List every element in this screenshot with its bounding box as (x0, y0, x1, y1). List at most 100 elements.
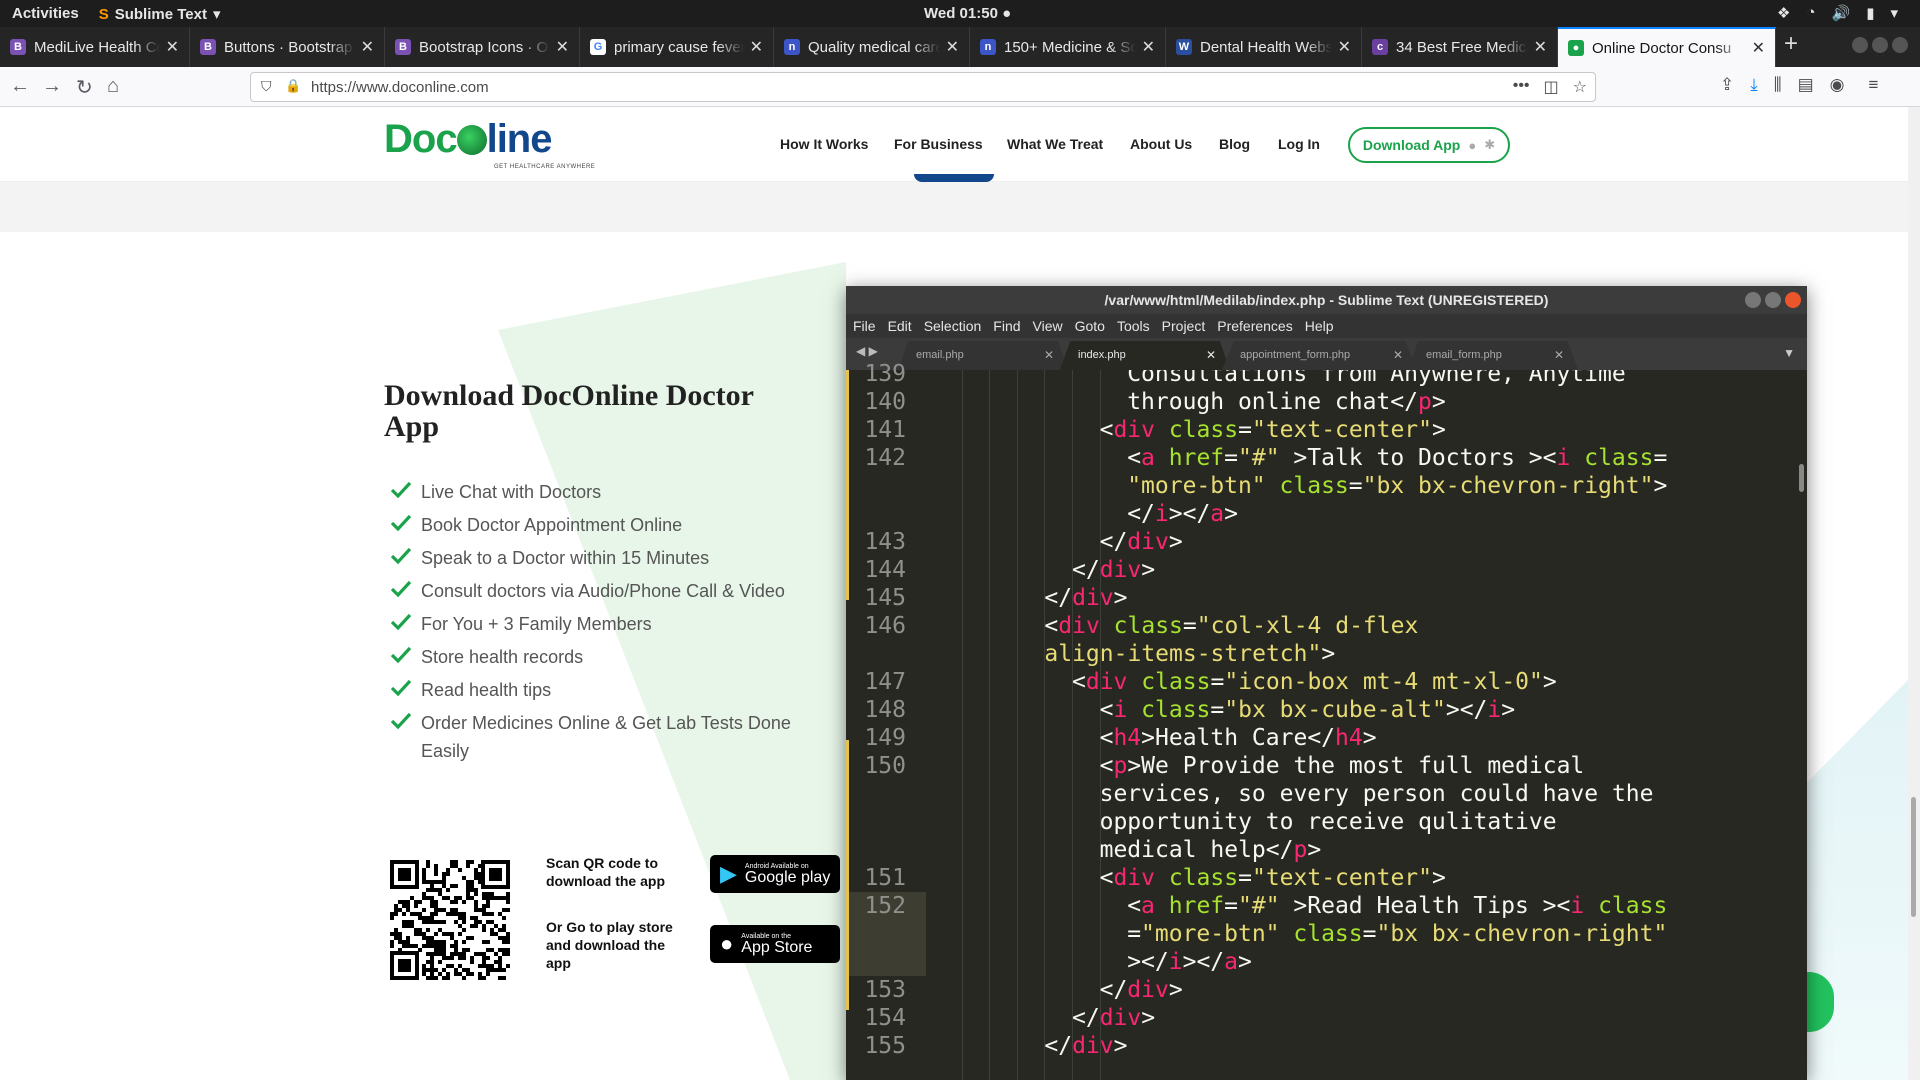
tab-scroll-arrows-icon[interactable]: ◀ ▶ (856, 344, 878, 358)
lock-icon[interactable]: 🔒 (285, 78, 301, 94)
nav-blog[interactable]: Blog (1219, 136, 1250, 152)
sublime-menu-view[interactable]: View (1033, 318, 1063, 334)
close-tab-icon[interactable]: ✕ (1534, 37, 1547, 57)
browser-tab[interactable]: n 150+ Medicine & Sci ✕ (970, 27, 1166, 67)
nav-for-business[interactable]: For Business (894, 136, 983, 152)
nav-about-us[interactable]: About Us (1130, 136, 1192, 152)
sublime-tab-close-icon[interactable]: ✕ (1044, 341, 1054, 370)
volume-icon[interactable]: 🔊 (1832, 4, 1851, 22)
system-menu-chevron-icon[interactable]: ▾ (1890, 4, 1898, 22)
nav-what-we-treat[interactable]: What We Treat (1007, 136, 1103, 152)
code-line[interactable]: <a href="#" >Talk to Doctors ><i class= (1127, 444, 1667, 472)
sublime-close-button[interactable] (1785, 292, 1801, 308)
code-line[interactable]: "more-btn" class="bx bx-chevron-right"> (1127, 472, 1667, 500)
battery-icon[interactable]: ▮ (1866, 4, 1874, 22)
google-play-button[interactable]: ▶ Android Available on Google play (710, 855, 840, 893)
activities-button[interactable]: Activities (12, 5, 79, 23)
code-line[interactable]: <i class="bx bx-cube-alt"></i> (1100, 696, 1516, 724)
sublime-file-tab[interactable]: appointment_form.php ✕ (1222, 341, 1417, 370)
home-button[interactable]: ⌂ (107, 75, 119, 98)
sublime-menu-help[interactable]: Help (1305, 318, 1334, 334)
sublime-title-bar[interactable]: /var/www/html/Medilab/index.php - Sublim… (846, 286, 1807, 314)
dropbox-icon[interactable]: ❖ (1777, 4, 1790, 22)
sublime-minimize-button[interactable] (1745, 292, 1761, 308)
save-to-pocket-icon[interactable]: ⇪ (1720, 75, 1734, 95)
sublime-menu-tools[interactable]: Tools (1117, 318, 1150, 334)
page-actions-icon[interactable]: ••• (1513, 77, 1530, 97)
code-line[interactable]: align-items-stretch"> (1044, 640, 1335, 668)
minimize-button[interactable] (1852, 37, 1868, 53)
doconline-logo[interactable]: Doc line GET HEALTHCARE ANYWHERE (384, 117, 595, 170)
code-line[interactable]: <a href="#" >Read Health Tips ><i class (1127, 892, 1667, 920)
sublime-tab-close-icon[interactable]: ✕ (1393, 341, 1403, 370)
sublime-maximize-button[interactable] (1765, 292, 1781, 308)
browser-tab[interactable]: B Bootstrap Icons · Offi ✕ (385, 27, 580, 67)
close-tab-icon[interactable]: ✕ (556, 37, 569, 57)
code-line[interactable]: <div class="col-xl-4 d-flex (1044, 612, 1418, 640)
browser-tab[interactable]: B MediLive Health Cen ✕ (0, 27, 190, 67)
tracking-shield-icon[interactable]: ⛉ (261, 78, 272, 95)
browser-tab[interactable]: c 34 Best Free Medical ✕ (1362, 27, 1558, 67)
sublime-menu-find[interactable]: Find (993, 318, 1020, 334)
code-line[interactable]: services, so every person could have the (1100, 780, 1654, 808)
code-line[interactable]: </div> (1100, 976, 1183, 1004)
url-text[interactable]: https://www.doconline.com (311, 79, 489, 96)
close-tab-icon[interactable]: ✕ (750, 37, 763, 57)
code-line[interactable]: </div> (1072, 556, 1155, 584)
sublime-file-tab[interactable]: email.php ✕ (898, 341, 1068, 370)
sidebar-icon[interactable]: ▤ (1798, 75, 1814, 95)
sublime-menu-selection[interactable]: Selection (924, 318, 982, 334)
back-button[interactable]: ← (10, 75, 30, 98)
wifi-icon[interactable]: ◔ (1806, 4, 1815, 22)
code-line[interactable]: </div> (1100, 528, 1183, 556)
downloads-icon[interactable]: ⤓ (1750, 75, 1758, 95)
code-area[interactable]: Consultations from Anywhere, Anytime thro… (926, 370, 1786, 1080)
library-icon[interactable]: ⫼ (1774, 75, 1782, 95)
sublime-tab-close-icon[interactable]: ✕ (1206, 341, 1216, 370)
code-line[interactable]: ></i></a> (1127, 948, 1252, 976)
nav-log-in[interactable]: Log In (1278, 136, 1320, 152)
close-window-button[interactable] (1892, 37, 1908, 53)
sublime-menu-file[interactable]: File (853, 318, 876, 334)
code-line[interactable]: ="more-btn" class="bx bx-chevron-right" (1127, 920, 1667, 948)
sublime-menu-preferences[interactable]: Preferences (1217, 318, 1292, 334)
browser-tab[interactable]: n Quality medical care ✕ (774, 27, 970, 67)
url-bar[interactable]: ⛉ 🔒 https://www.doconline.com ••• ◫ ☆ (250, 72, 1596, 102)
browser-tab[interactable]: W Dental Health Websi ✕ (1166, 27, 1362, 67)
hamburger-menu-icon[interactable]: ≡ (1869, 75, 1879, 95)
code-line[interactable]: </div> (1044, 584, 1127, 612)
sublime-menu-project[interactable]: Project (1162, 318, 1206, 334)
code-editor[interactable]: 139 140 141 142 143 144 145 146 147 148 149 150 151 1… (846, 361, 1807, 1080)
code-line[interactable]: medical help</p> (1100, 836, 1322, 864)
nav-how-it-works[interactable]: How It Works (780, 136, 868, 152)
tab-list-dropdown-icon[interactable]: ▼ (1783, 346, 1795, 360)
sublime-file-tab[interactable]: email_form.php ✕ (1408, 341, 1578, 370)
reload-button[interactable]: ↻ (76, 75, 93, 100)
close-tab-icon[interactable]: ✕ (946, 37, 959, 57)
bookmark-star-icon[interactable]: ☆ (1573, 77, 1587, 97)
new-tab-button[interactable]: + (1784, 30, 1798, 58)
code-line[interactable]: opportunity to receive qulitative (1100, 808, 1557, 836)
app-menu[interactable]: S Sublime Text ▾ (99, 5, 221, 24)
pocket-icon[interactable]: ◫ (1544, 77, 1559, 97)
sublime-tab-close-icon[interactable]: ✕ (1554, 341, 1564, 370)
code-line[interactable]: </div> (1044, 1032, 1127, 1060)
browser-tab[interactable]: ● Online Doctor Consu ✕ (1558, 27, 1776, 67)
code-line[interactable]: </div> (1072, 1004, 1155, 1032)
sublime-file-tab[interactable]: index.php ✕ (1060, 341, 1230, 370)
sublime-menu-edit[interactable]: Edit (888, 318, 912, 334)
close-tab-icon[interactable]: ✕ (361, 37, 374, 57)
browser-tab[interactable]: B Buttons · Bootstrap ✕ (190, 27, 385, 67)
close-tab-icon[interactable]: ✕ (1338, 37, 1351, 57)
code-line[interactable]: <div class="icon-box mt-4 mt-xl-0"> (1072, 668, 1557, 696)
forward-button[interactable]: → (42, 75, 62, 98)
app-store-button[interactable]: ● Available on the App Store (710, 925, 840, 963)
account-icon[interactable]: ◉ (1830, 75, 1845, 95)
close-tab-icon[interactable]: ✕ (1752, 38, 1765, 58)
code-line[interactable]: <h4>Health Care</h4> (1100, 724, 1377, 752)
code-line[interactable]: <div class="text-center"> (1100, 864, 1446, 892)
clock[interactable]: Wed 01:50 ● (924, 5, 1011, 22)
close-tab-icon[interactable]: ✕ (1142, 37, 1155, 57)
code-line[interactable]: <div class="text-center"> (1100, 416, 1446, 444)
maximize-button[interactable] (1872, 37, 1888, 53)
